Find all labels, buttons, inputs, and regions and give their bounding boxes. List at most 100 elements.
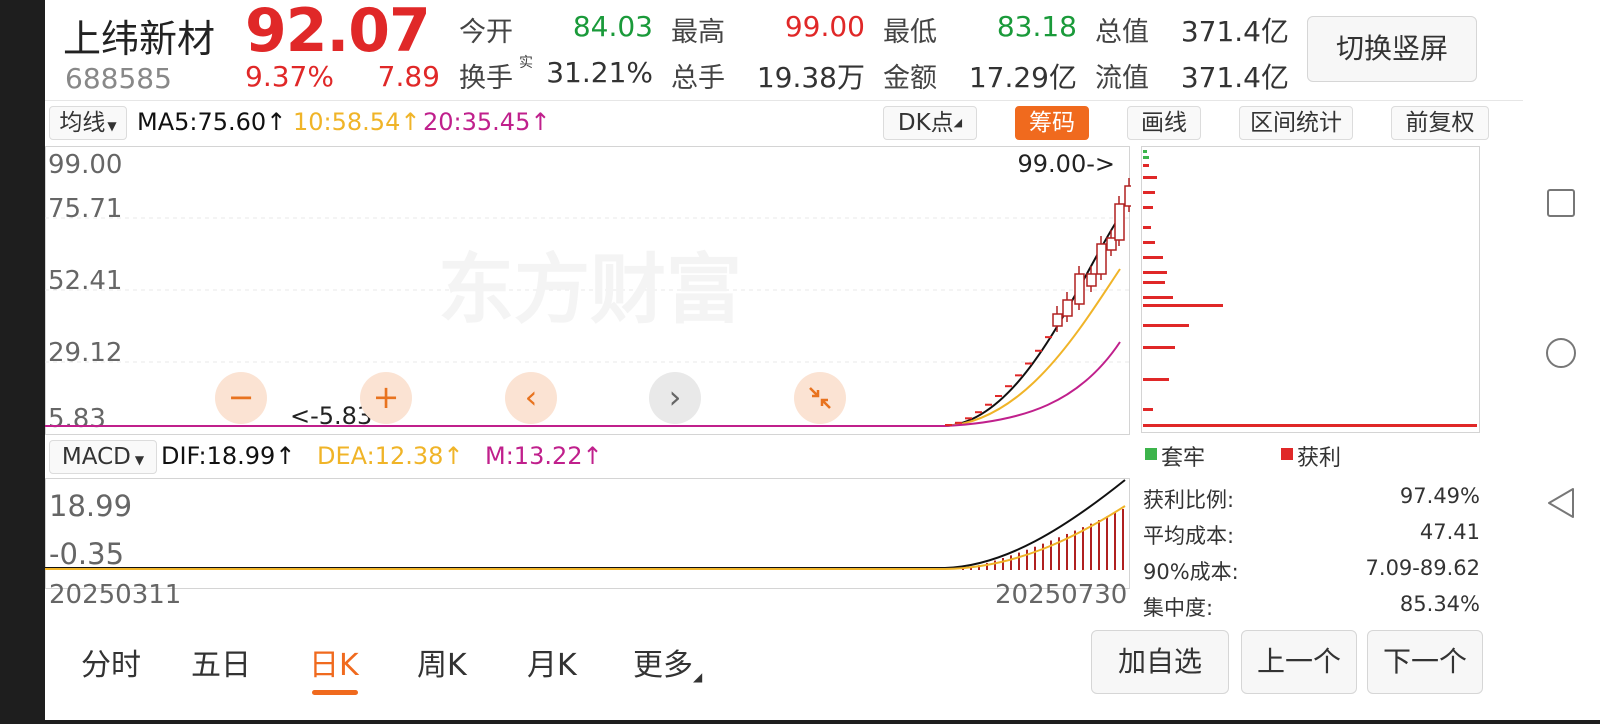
- legend-swatch-trapped: [1145, 448, 1157, 460]
- volume-value: 19.38万: [756, 61, 865, 94]
- ma5-value: MA5:75.60↑: [137, 108, 287, 136]
- stock-price: 92.07: [245, 0, 431, 66]
- triangle-back-icon[interactable]: [1548, 488, 1574, 518]
- low-label: 最低: [883, 17, 937, 48]
- stat-value: 97.49%: [1399, 484, 1480, 508]
- chip-bar-trapped: [1143, 150, 1147, 153]
- price-axis-label: 75.71: [48, 194, 122, 224]
- chip-bar-profit: [1143, 408, 1153, 411]
- switch-portrait-button[interactable]: 切换竖屏: [1307, 16, 1477, 82]
- zoom-out-button[interactable]: −: [215, 372, 267, 424]
- kline-chart[interactable]: 东方财富 99.00 75.71 52.41 29.12 5.83 99.00-> <-…: [45, 146, 1131, 436]
- min-price-annotation: <-5.83: [290, 402, 372, 430]
- price-axis-label: 52.41: [48, 266, 122, 296]
- total-value-label: 总值: [1095, 17, 1149, 48]
- candle: [1114, 203, 1125, 241]
- chip-bar-profit: [1143, 241, 1155, 244]
- add-watchlist-button[interactable]: 加自选: [1091, 630, 1229, 694]
- chip-button[interactable]: 筹码: [1015, 106, 1089, 140]
- corner-triangle-icon: ◢: [953, 116, 963, 129]
- previous-stock-button[interactable]: 上一个: [1241, 630, 1357, 694]
- indicator-select-label: MACD: [61, 444, 131, 470]
- legend-profit: 获利: [1297, 446, 1342, 471]
- chip-bar-profit: [1143, 176, 1157, 179]
- high-label: 最高: [671, 17, 725, 48]
- tab-five-day[interactable]: 五日: [191, 640, 251, 684]
- stat-value: 47.41: [1419, 520, 1480, 544]
- dif-value: DIF:18.99↑: [161, 442, 296, 470]
- dk-button[interactable]: DK点◢: [883, 106, 977, 140]
- tab-intraday[interactable]: 分时: [81, 640, 141, 684]
- zoom-in-button[interactable]: +: [360, 372, 412, 424]
- caret-down-icon: ▼: [107, 119, 117, 133]
- chip-bar-profit: [1143, 206, 1153, 209]
- ma20-value: 20:35.45↑: [423, 108, 551, 136]
- total-value: 371.4亿: [1180, 15, 1289, 48]
- dk-label: DK点: [897, 110, 954, 136]
- chip-bar-profit: [1143, 226, 1151, 229]
- chip-bar-profit: [1143, 324, 1189, 327]
- scroll-left-button[interactable]: ‹: [505, 372, 557, 424]
- macd-chart[interactable]: 18.99 -0.35: [45, 478, 1131, 590]
- range-stats-button[interactable]: 区间统计: [1239, 106, 1353, 140]
- app-screen: 上纬新材 688585 92.07 9.37% 7.89 今开 84.03 最高…: [45, 0, 1523, 720]
- candle: [1124, 185, 1131, 207]
- stock-name: 上纬新材: [63, 17, 216, 61]
- minus-icon: −: [227, 378, 255, 416]
- chip-bar-profit: [1143, 281, 1165, 284]
- float-value: 371.4亿: [1180, 61, 1289, 94]
- header-divider: [45, 100, 1523, 101]
- caret-down-icon: ▼: [134, 453, 145, 467]
- candle: [985, 403, 992, 406]
- chip-bar-profit: [1143, 296, 1173, 299]
- price-axis-label: 5.83: [48, 404, 106, 434]
- chip-bar-profit: [1143, 271, 1167, 274]
- tab-more[interactable]: 更多◢: [633, 640, 702, 684]
- date-start: 20250311: [49, 580, 182, 610]
- candle: [1062, 299, 1073, 317]
- low-value: 83.18: [996, 10, 1077, 43]
- collapse-button[interactable]: [794, 372, 846, 424]
- amount-value: 17.29亿: [968, 61, 1077, 94]
- ma-select[interactable]: 均线 ▼: [49, 106, 127, 140]
- amount-label: 金额: [883, 63, 937, 94]
- volume-label: 总手: [671, 63, 725, 94]
- macd-frame: [45, 478, 1130, 589]
- circle-icon[interactable]: [1546, 338, 1576, 368]
- legend-trapped: 套牢: [1161, 446, 1206, 471]
- stat-label: 集中度:: [1143, 596, 1214, 620]
- active-tab-indicator: [312, 690, 358, 695]
- draw-line-button[interactable]: 画线: [1127, 106, 1201, 140]
- corner-triangle-icon: ◢: [693, 670, 703, 684]
- system-nav-bar: [1523, 0, 1600, 720]
- square-icon[interactable]: [1547, 189, 1575, 217]
- tab-monthly-k[interactable]: 月K: [527, 640, 577, 684]
- open-label: 今开: [459, 17, 513, 48]
- chip-bar-profit: [1143, 378, 1169, 381]
- macd-axis-top: 18.99: [49, 489, 132, 523]
- turnover-sup: 实: [519, 55, 533, 71]
- chip-frame: [1141, 146, 1480, 433]
- max-price-annotation: 99.00->: [1018, 150, 1115, 178]
- chip-bar-profit: [1143, 304, 1223, 307]
- candle: [1005, 385, 1012, 388]
- adjust-button[interactable]: 前复权: [1391, 106, 1489, 140]
- candle: [945, 424, 952, 426]
- candle: [1025, 362, 1032, 365]
- next-stock-button[interactable]: 下一个: [1367, 630, 1483, 694]
- float-value-label: 流值: [1095, 63, 1149, 94]
- tab-weekly-k[interactable]: 周K: [417, 640, 467, 684]
- turnover-value: 31.21%: [546, 56, 653, 89]
- tab-daily-k[interactable]: 日K: [309, 640, 359, 684]
- chip-bar-trapped: [1143, 156, 1149, 159]
- indicator-select[interactable]: MACD ▼: [49, 440, 157, 474]
- chip-bar-profit: [1143, 164, 1149, 167]
- candle: [1035, 349, 1042, 352]
- stat-value: 7.09-89.62: [1365, 556, 1480, 580]
- change-percent: 9.37%: [245, 60, 334, 93]
- scroll-right-button[interactable]: ›: [649, 372, 701, 424]
- chip-bar-profit: [1143, 256, 1163, 259]
- collapse-icon: [809, 387, 831, 409]
- chevron-right-icon: ›: [668, 378, 682, 416]
- chip-bar-profit: [1143, 191, 1155, 194]
